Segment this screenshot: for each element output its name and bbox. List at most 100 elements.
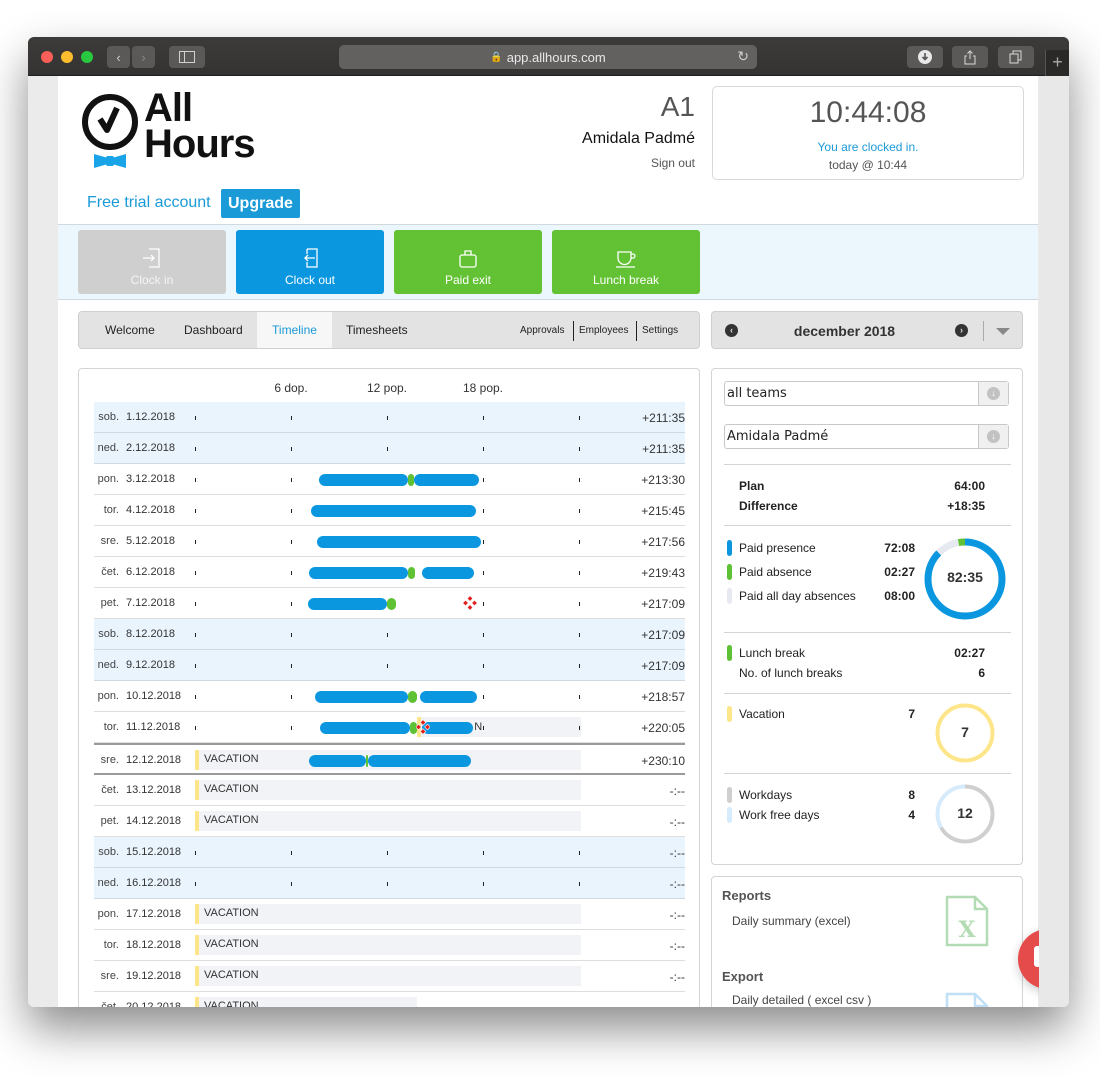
subtab-approvals[interactable]: Approvals: [515, 322, 569, 340]
tab-timesheets[interactable]: Timesheets: [333, 312, 421, 348]
team-select-button[interactable]: ↓: [978, 382, 1008, 405]
new-tab-button[interactable]: +: [1045, 50, 1069, 76]
timeline-row[interactable]: sre. 19.12.2018 VACATION -:--: [94, 961, 685, 992]
timeline-panel: 6 dop. 12 pop. 18 pop. sob. 1.12.2018 +211:3…: [78, 368, 700, 1007]
sign-out-link[interactable]: Sign out: [651, 156, 695, 170]
minimize-window-button[interactable]: [61, 51, 73, 63]
clock-status-text: You are clocked in.: [817, 140, 919, 154]
next-month-button[interactable]: ›: [955, 324, 968, 337]
timeline-row[interactable]: sre. 5.12.2018 +217:56: [94, 526, 685, 557]
downloads-button[interactable]: [907, 46, 943, 68]
day-name: sre.: [100, 754, 119, 766]
timeline-row[interactable]: ned. 16.12.2018 -:--: [94, 868, 685, 899]
timeline-row[interactable]: pet. 14.12.2018 VACATION -:--: [94, 806, 685, 837]
balance-value: -:--: [669, 939, 685, 953]
paid-exit-button[interactable]: Paid exit: [394, 230, 542, 294]
lock-icon: 🔒: [490, 51, 503, 63]
work-segment: [367, 755, 471, 767]
hour-tick: [291, 602, 292, 606]
day-date: 4.12.2018: [126, 504, 175, 516]
daily-summary-link[interactable]: Daily summary (excel): [732, 914, 851, 928]
hour-tick: [579, 571, 580, 575]
browser-window: ‹ › 🔒 app.allhours.com ↻ + All Hours Fre…: [28, 37, 1069, 1007]
day-date: 5.12.2018: [126, 535, 175, 547]
balance-value: -:--: [669, 908, 685, 922]
event-marker-icon[interactable]: [416, 720, 430, 734]
day-date: 2.12.2018: [126, 442, 175, 454]
back-button[interactable]: ‹: [107, 46, 130, 68]
team-select[interactable]: all teams ↓: [724, 381, 1009, 406]
clocked-in-since: today @ 10:44: [828, 158, 908, 172]
timeline-row[interactable]: pon. 10.12.2018 +218:57: [94, 681, 685, 712]
timeline-row[interactable]: pet. 7.12.2018 +217:09: [94, 588, 685, 619]
timeline-row[interactable]: sob. 8.12.2018 +217:09: [94, 619, 685, 650]
reload-icon[interactable]: ↻: [737, 48, 749, 65]
tab-timeline[interactable]: Timeline: [257, 312, 332, 348]
event-marker-icon[interactable]: [463, 596, 478, 610]
forward-button[interactable]: ›: [132, 46, 155, 68]
daily-detailed-link[interactable]: Daily detailed ( excel csv ): [732, 993, 871, 1007]
download-icon: [918, 50, 932, 64]
share-button[interactable]: [952, 46, 988, 68]
day-date: 8.12.2018: [126, 628, 175, 640]
lunch-break-button[interactable]: Lunch break: [552, 230, 700, 294]
maximize-window-button[interactable]: [81, 51, 93, 63]
tab-welcome[interactable]: Welcome: [92, 312, 168, 348]
web-page: All Hours Free trial account Upgrade A1 …: [28, 76, 1069, 1007]
difference-label: Difference: [739, 499, 798, 513]
timeline-row[interactable]: pon. 17.12.2018 VACATION -:--: [94, 899, 685, 930]
address-bar[interactable]: 🔒 app.allhours.com ↻: [339, 45, 757, 69]
subtab-employees[interactable]: Employees: [574, 322, 633, 340]
clock-out-button[interactable]: Clock out: [236, 230, 384, 294]
upgrade-button[interactable]: Upgrade: [221, 189, 300, 218]
timeline-row[interactable]: sob. 15.12.2018 -:--: [94, 837, 685, 868]
day-name: sre.: [100, 535, 119, 547]
allhours-logo[interactable]: All Hours: [80, 88, 270, 172]
balance-value: +218:57: [641, 690, 685, 704]
timeline-row[interactable]: tor. 18.12.2018 VACATION -:--: [94, 930, 685, 961]
tabs-overview-button[interactable]: [998, 46, 1034, 68]
timeline-row[interactable]: ned. 9.12.2018 +217:09: [94, 650, 685, 681]
timeline-row[interactable]: sob. 1.12.2018 +211:35: [94, 402, 685, 433]
free-trial-label: Free trial account: [87, 194, 211, 211]
hour-tick: [291, 447, 292, 451]
hour-label: 18 pop.: [462, 381, 504, 395]
hour-tick: [483, 882, 484, 886]
vacation-label: VACATION: [204, 1000, 259, 1007]
timeline-row[interactable]: sre. 12.12.2018 VACATION +230:10: [94, 743, 685, 775]
excel-file-icon[interactable]: X: [945, 895, 989, 947]
paid-presence-label: Paid presence: [739, 541, 816, 555]
hour-tick: [483, 447, 484, 451]
hour-tick: [579, 540, 580, 544]
days-donut: 12: [934, 783, 996, 845]
sidebar-button[interactable]: [169, 46, 205, 68]
timeline-row[interactable]: tor. 11.12.2018 N +220:05: [94, 712, 685, 743]
timeline-row[interactable]: pon. 3.12.2018 +213:30: [94, 464, 685, 495]
chevron-right-icon: ›: [141, 49, 146, 65]
subtab-settings[interactable]: Settings: [637, 322, 683, 340]
work-segment: [316, 536, 482, 548]
vacation-label: VACATION: [204, 969, 259, 981]
hour-tick: [579, 478, 580, 482]
team-select-value: all teams: [727, 386, 787, 401]
hour-tick: [195, 851, 196, 855]
day-name: pon.: [97, 908, 119, 920]
timeline-row[interactable]: tor. 4.12.2018 +215:45: [94, 495, 685, 526]
month-dropdown-caret-icon[interactable]: [996, 328, 1010, 335]
hour-tick: [195, 633, 196, 637]
tab-dashboard[interactable]: Dashboard: [171, 312, 256, 348]
hour-tick: [195, 447, 196, 451]
timeline-row[interactable]: čet. 13.12.2018 VACATION -:--: [94, 775, 685, 806]
timeline-row[interactable]: ned. 2.12.2018 +211:35: [94, 433, 685, 464]
paid-all-day-absences-value: 08:00: [884, 589, 915, 603]
close-window-button[interactable]: [41, 51, 53, 63]
csv-file-icon[interactable]: [945, 992, 989, 1007]
clock-in-button[interactable]: Clock in: [78, 230, 226, 294]
timeline-row[interactable]: čet. 6.12.2018 +219:43: [94, 557, 685, 588]
employee-select-button[interactable]: ↓: [978, 425, 1008, 448]
timeline-row[interactable]: čet. 20.12.2018 VACATION: [94, 992, 685, 1007]
balance-value: +217:09: [641, 659, 685, 673]
workdays-swatch: [727, 787, 732, 803]
hour-tick: [579, 851, 580, 855]
employee-select[interactable]: Amidala Padmé ↓: [724, 424, 1009, 449]
